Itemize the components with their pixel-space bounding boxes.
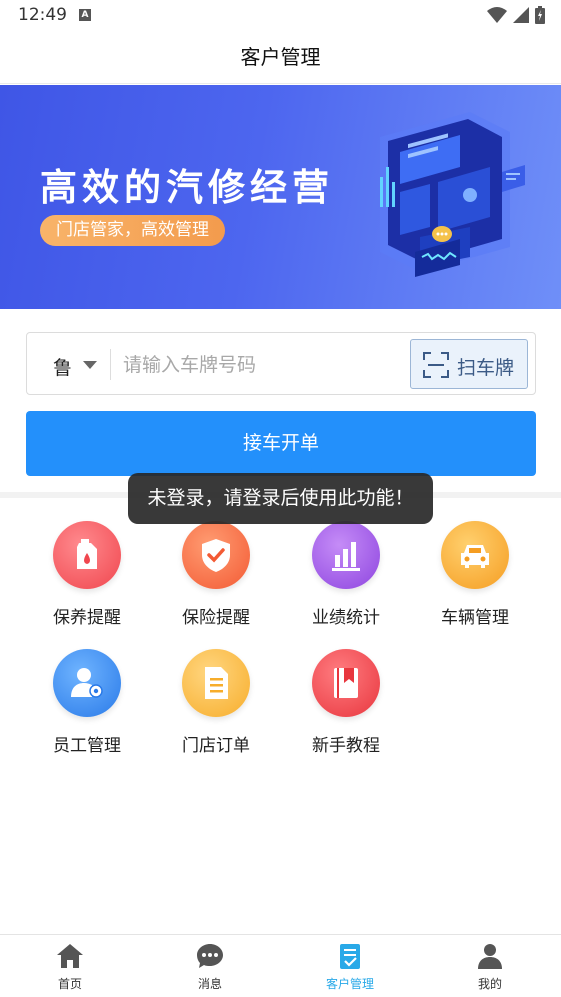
feature-beginner-tutorial[interactable]: 新手教程: [291, 649, 401, 756]
scan-plate-label: 扫车牌: [457, 357, 515, 379]
page-title: 客户管理: [0, 32, 561, 84]
feature-insurance-reminder[interactable]: 保险提醒: [161, 521, 271, 628]
home-icon: [57, 944, 83, 968]
staff-gear-icon: [53, 649, 121, 717]
create-order-button[interactable]: 接车开单: [26, 411, 536, 476]
tab-messages[interactable]: 消息: [140, 935, 280, 997]
chevron-down-icon[interactable]: [83, 361, 97, 369]
feature-label: 业绩统计: [312, 608, 380, 628]
accessibility-icon: A: [79, 9, 91, 21]
tab-label: 我的: [477, 977, 502, 991]
feature-label: 车辆管理: [441, 608, 509, 628]
divider: [110, 349, 111, 380]
book-icon: [312, 649, 380, 717]
feature-label: 门店订单: [182, 736, 250, 756]
toast-message: 未登录，请登录后使用此功能！: [128, 473, 433, 524]
status-icons: [487, 6, 545, 24]
feature-label: 保险提醒: [182, 608, 250, 628]
dashboard-illustration-icon: [380, 112, 525, 277]
feature-vehicle-management[interactable]: 车辆管理: [420, 521, 530, 628]
car-icon: [441, 521, 509, 589]
tab-customer-management[interactable]: 客户管理: [280, 935, 420, 997]
tab-label: 消息: [197, 977, 222, 991]
tab-label: 首页: [57, 977, 82, 991]
status-bar: 12:49 A: [0, 0, 561, 32]
bottom-tab-bar: 首页 消息 客户管理 我的: [0, 934, 561, 997]
feature-label: 保养提醒: [53, 608, 121, 628]
feature-performance-stats[interactable]: 业绩统计: [291, 521, 401, 628]
plate-search-box: 鲁 扫车牌: [26, 332, 536, 395]
tab-home[interactable]: 首页: [0, 935, 140, 997]
tab-profile[interactable]: 我的: [420, 935, 560, 997]
province-selector[interactable]: 鲁: [53, 353, 72, 380]
battery-icon: [535, 6, 545, 24]
feature-maintenance-reminder[interactable]: 保养提醒: [32, 521, 142, 628]
shield-check-icon: [182, 521, 250, 589]
user-icon: [478, 944, 502, 969]
message-icon: [197, 944, 223, 968]
feature-staff-management[interactable]: 员工管理: [32, 649, 142, 756]
feature-label: 员工管理: [53, 736, 121, 756]
bar-chart-icon: [312, 521, 380, 589]
banner-subtitle: 门店管家，高效管理: [40, 215, 225, 246]
oil-can-icon: [53, 521, 121, 589]
plate-number-input[interactable]: [123, 347, 403, 382]
banner-title: 高效的汽修经营: [40, 166, 334, 209]
signal-icon: [513, 7, 529, 23]
document-icon: [182, 649, 250, 717]
feature-store-orders[interactable]: 门店订单: [161, 649, 271, 756]
status-time: 12:49: [18, 5, 67, 25]
clipboard-check-icon: [340, 944, 360, 969]
scan-plate-button[interactable]: 扫车牌: [410, 339, 528, 389]
tab-label: 客户管理: [325, 977, 374, 991]
feature-label: 新手教程: [312, 736, 380, 756]
wifi-icon: [487, 7, 507, 23]
scan-icon: [423, 352, 449, 378]
promo-banner[interactable]: 高效的汽修经营 门店管家，高效管理: [0, 85, 561, 309]
